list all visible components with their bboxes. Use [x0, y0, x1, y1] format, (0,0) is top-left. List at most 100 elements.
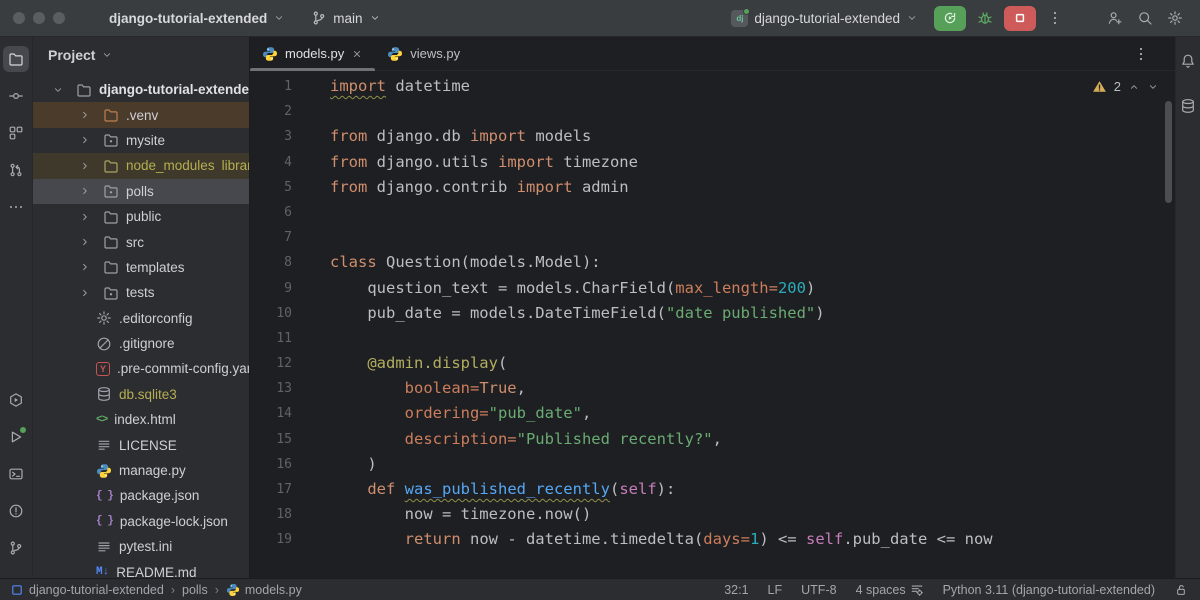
tool-button-terminal[interactable] [3, 461, 29, 487]
tool-button-run[interactable] [3, 424, 29, 450]
line-number[interactable]: 9 [250, 276, 292, 301]
code-line[interactable]: 12 @admin.display( [250, 351, 1175, 376]
close-window-button[interactable] [13, 12, 25, 24]
tree-item-package-lock.json[interactable]: { }package-lock.json [33, 509, 249, 534]
tree-item-polls[interactable]: polls [33, 179, 249, 204]
code-editor[interactable]: 1import datetime23from django.db import … [250, 71, 1175, 578]
editor-options-kebab-icon[interactable] [1133, 46, 1149, 62]
status-file-encoding[interactable]: UTF-8 [801, 583, 836, 597]
tool-button-pull-requests[interactable] [3, 157, 29, 183]
tree-item-django-tutorial-extended[interactable]: django-tutorial-extended [33, 77, 249, 102]
line-number[interactable]: 1 [250, 74, 292, 99]
breadcrumb-django-tutorial-extended[interactable]: django-tutorial-extended [10, 583, 164, 597]
code-line[interactable]: 4from django.utils import timezone [250, 150, 1175, 175]
tree-item-LICENSE[interactable]: LICENSE [33, 432, 249, 457]
tool-button-structure[interactable] [3, 120, 29, 146]
tree-item-public[interactable]: public [33, 204, 249, 229]
chevron-right-icon[interactable] [74, 211, 96, 223]
tree-item-manage.py[interactable]: manage.py [33, 458, 249, 483]
tree-item-.venv[interactable]: .venv [33, 102, 249, 127]
project-panel-header[interactable]: Project [33, 37, 249, 73]
chevron-right-icon[interactable] [74, 185, 96, 197]
status-caret-position[interactable]: 32:1 [724, 583, 748, 597]
tree-item-package.json[interactable]: { }package.json [33, 483, 249, 508]
close-tab-icon[interactable] [351, 48, 363, 60]
code-line[interactable]: 1import datetime [250, 74, 1175, 99]
stop-button[interactable] [1004, 6, 1036, 31]
chevron-right-icon[interactable] [74, 236, 96, 248]
code-line[interactable]: 16 ) [250, 452, 1175, 477]
tree-item-pytest.ini[interactable]: pytest.ini [33, 534, 249, 559]
line-number[interactable]: 7 [250, 225, 292, 250]
next-issue-chevron-down-icon[interactable] [1147, 81, 1159, 93]
tree-item-.gitignore[interactable]: .gitignore [33, 331, 249, 356]
tree-item-db.sqlite3[interactable]: db.sqlite3 [33, 382, 249, 407]
code-line[interactable]: 13 boolean=True, [250, 376, 1175, 401]
editor-scrollbar-thumb[interactable] [1165, 101, 1172, 203]
minimize-window-button[interactable] [33, 12, 45, 24]
status-indentation[interactable]: 4 spaces [856, 583, 924, 597]
search-everywhere-icon[interactable] [1134, 7, 1156, 29]
chevron-down-icon[interactable] [47, 84, 69, 96]
tool-button-notifications[interactable] [1175, 48, 1200, 74]
line-number[interactable]: 4 [250, 150, 292, 175]
line-number[interactable]: 12 [250, 351, 292, 376]
status-python-interpreter[interactable]: Python 3.11 (django-tutorial-extended) [943, 583, 1155, 597]
project-widget[interactable]: django-tutorial-extended [101, 7, 293, 30]
code-line[interactable]: 10 pub_date = models.DateTimeField("date… [250, 301, 1175, 326]
code-line[interactable]: 6 [250, 200, 1175, 225]
line-number[interactable]: 14 [250, 401, 292, 426]
line-number[interactable]: 8 [250, 250, 292, 275]
code-line[interactable]: 18 now = timezone.now() [250, 502, 1175, 527]
line-number[interactable]: 10 [250, 301, 292, 326]
chevron-right-icon[interactable] [74, 134, 96, 146]
code-line[interactable]: 17 def was_published_recently(self): [250, 477, 1175, 502]
code-line[interactable]: 2 [250, 99, 1175, 124]
tree-item-.editorconfig[interactable]: .editorconfig [33, 306, 249, 331]
chevron-right-icon[interactable] [74, 109, 96, 121]
debug-button[interactable] [974, 7, 996, 29]
tree-item-src[interactable]: src [33, 229, 249, 254]
tool-button-more-tool-windows[interactable] [3, 194, 29, 220]
code-line[interactable]: 5from django.contrib import admin [250, 175, 1175, 200]
tree-item-node_modules[interactable]: node_moduleslibrary root [33, 153, 249, 178]
tree-item-index.html[interactable]: <>index.html [33, 407, 249, 432]
status-line-separator[interactable]: LF [768, 583, 783, 597]
editor-tab-views.py[interactable]: views.py [375, 37, 472, 71]
line-number[interactable]: 15 [250, 427, 292, 452]
run-config-widget[interactable]: dj django-tutorial-extended [723, 6, 926, 31]
breadcrumb-polls[interactable]: polls [182, 583, 208, 597]
line-number[interactable]: 5 [250, 175, 292, 200]
status-readonly-toggle[interactable] [1174, 583, 1188, 597]
line-number[interactable]: 6 [250, 200, 292, 225]
code-line[interactable]: 15 description="Published recently?", [250, 427, 1175, 452]
line-number[interactable]: 19 [250, 527, 292, 552]
settings-gear-icon[interactable] [1164, 7, 1186, 29]
more-actions-kebab-icon[interactable] [1044, 7, 1066, 29]
line-number[interactable]: 18 [250, 502, 292, 527]
chevron-right-icon[interactable] [74, 261, 96, 273]
line-number[interactable]: 2 [250, 99, 292, 124]
code-line[interactable]: 11 [250, 326, 1175, 351]
chevron-right-icon[interactable] [74, 287, 96, 299]
line-number[interactable]: 3 [250, 124, 292, 149]
tool-button-services[interactable] [3, 387, 29, 413]
tool-button-database[interactable] [1175, 93, 1200, 119]
code-with-me-icon[interactable] [1104, 7, 1126, 29]
tool-button-project[interactable] [3, 46, 29, 72]
line-number[interactable]: 13 [250, 376, 292, 401]
code-line[interactable]: 3from django.db import models [250, 124, 1175, 149]
line-number[interactable]: 16 [250, 452, 292, 477]
tree-item-.pre-commit-config.yaml[interactable]: Y.pre-commit-config.yaml [33, 356, 249, 381]
tree-item-templates[interactable]: templates [33, 255, 249, 280]
tool-button-problems[interactable] [3, 498, 29, 524]
inspection-widget[interactable]: 2 [1092, 79, 1159, 94]
breadcrumb-models.py[interactable]: models.py [226, 583, 302, 597]
code-line[interactable]: 19 return now - datetime.timedelta(days=… [250, 527, 1175, 552]
tree-item-mysite[interactable]: mysite [33, 128, 249, 153]
rerun-button[interactable] [934, 6, 966, 31]
line-number[interactable]: 11 [250, 326, 292, 351]
line-number[interactable]: 17 [250, 477, 292, 502]
tree-item-README.md[interactable]: M↓README.md [33, 559, 249, 578]
tool-button-version-control[interactable] [3, 535, 29, 561]
